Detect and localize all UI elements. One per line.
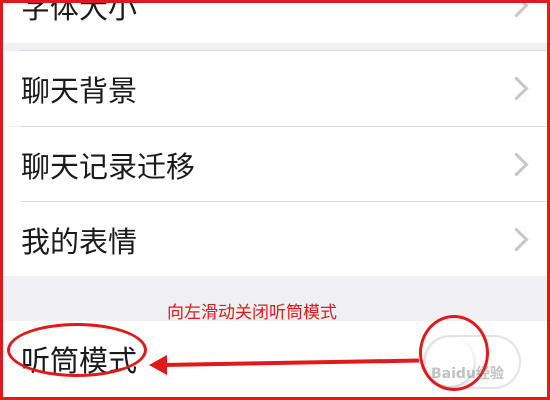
settings-item-font-size[interactable]: 字体大小: [3, 0, 547, 43]
watermark: Baidu经验: [431, 366, 504, 382]
annotation-circle-label: [7, 323, 147, 377]
settings-item-chat-history-migration[interactable]: 聊天记录迁移: [3, 127, 547, 202]
settings-item-label: 我的表情: [21, 224, 138, 259]
settings-item-label: 字体大小: [21, 0, 138, 25]
screenshot-frame: 字体大小 聊天背景 聊天记录迁移 我的表情 向左滑动关闭听筒模式 听筒模式 Ba…: [0, 0, 550, 400]
annotation-arrow-head-icon: [149, 355, 167, 375]
settings-item-label: 聊天记录迁移: [21, 149, 196, 184]
chevron-right-icon: [504, 3, 529, 18]
chevron-right-icon: [504, 151, 529, 177]
settings-item-chat-background[interactable]: 聊天背景: [3, 51, 547, 126]
chevron-right-icon: [504, 75, 529, 101]
annotation-instruction: 向左滑动关闭听筒模式: [167, 303, 337, 323]
chevron-right-icon: [504, 226, 529, 252]
settings-item-my-stickers[interactable]: 我的表情: [3, 202, 547, 277]
settings-item-label: 聊天背景: [21, 73, 138, 108]
